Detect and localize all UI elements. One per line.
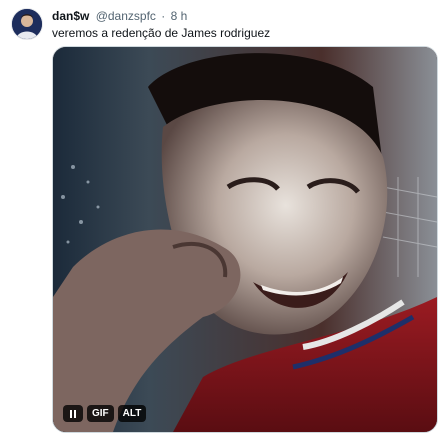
pause-icon xyxy=(70,409,76,418)
tweet-timestamp[interactable]: 8 h xyxy=(171,9,188,23)
tweet-header: dan$w @danzspfc · 8 h xyxy=(52,8,187,24)
avatar-image xyxy=(12,9,42,39)
separator-dot: · xyxy=(161,9,166,23)
display-name[interactable]: dan$w xyxy=(52,9,89,23)
alt-text-button[interactable]: ALT xyxy=(117,405,147,422)
pause-button[interactable] xyxy=(63,405,83,422)
tweet-text: veremos a redenção de James rodriguez xyxy=(52,26,271,40)
gif-media[interactable]: GIF ALT xyxy=(52,46,438,433)
gif-frame-image xyxy=(53,47,437,432)
avatar[interactable] xyxy=(11,8,43,40)
gif-badge: GIF xyxy=(87,405,114,422)
user-handle[interactable]: @danzspfc xyxy=(96,9,156,23)
gif-controls: GIF ALT xyxy=(63,405,147,422)
